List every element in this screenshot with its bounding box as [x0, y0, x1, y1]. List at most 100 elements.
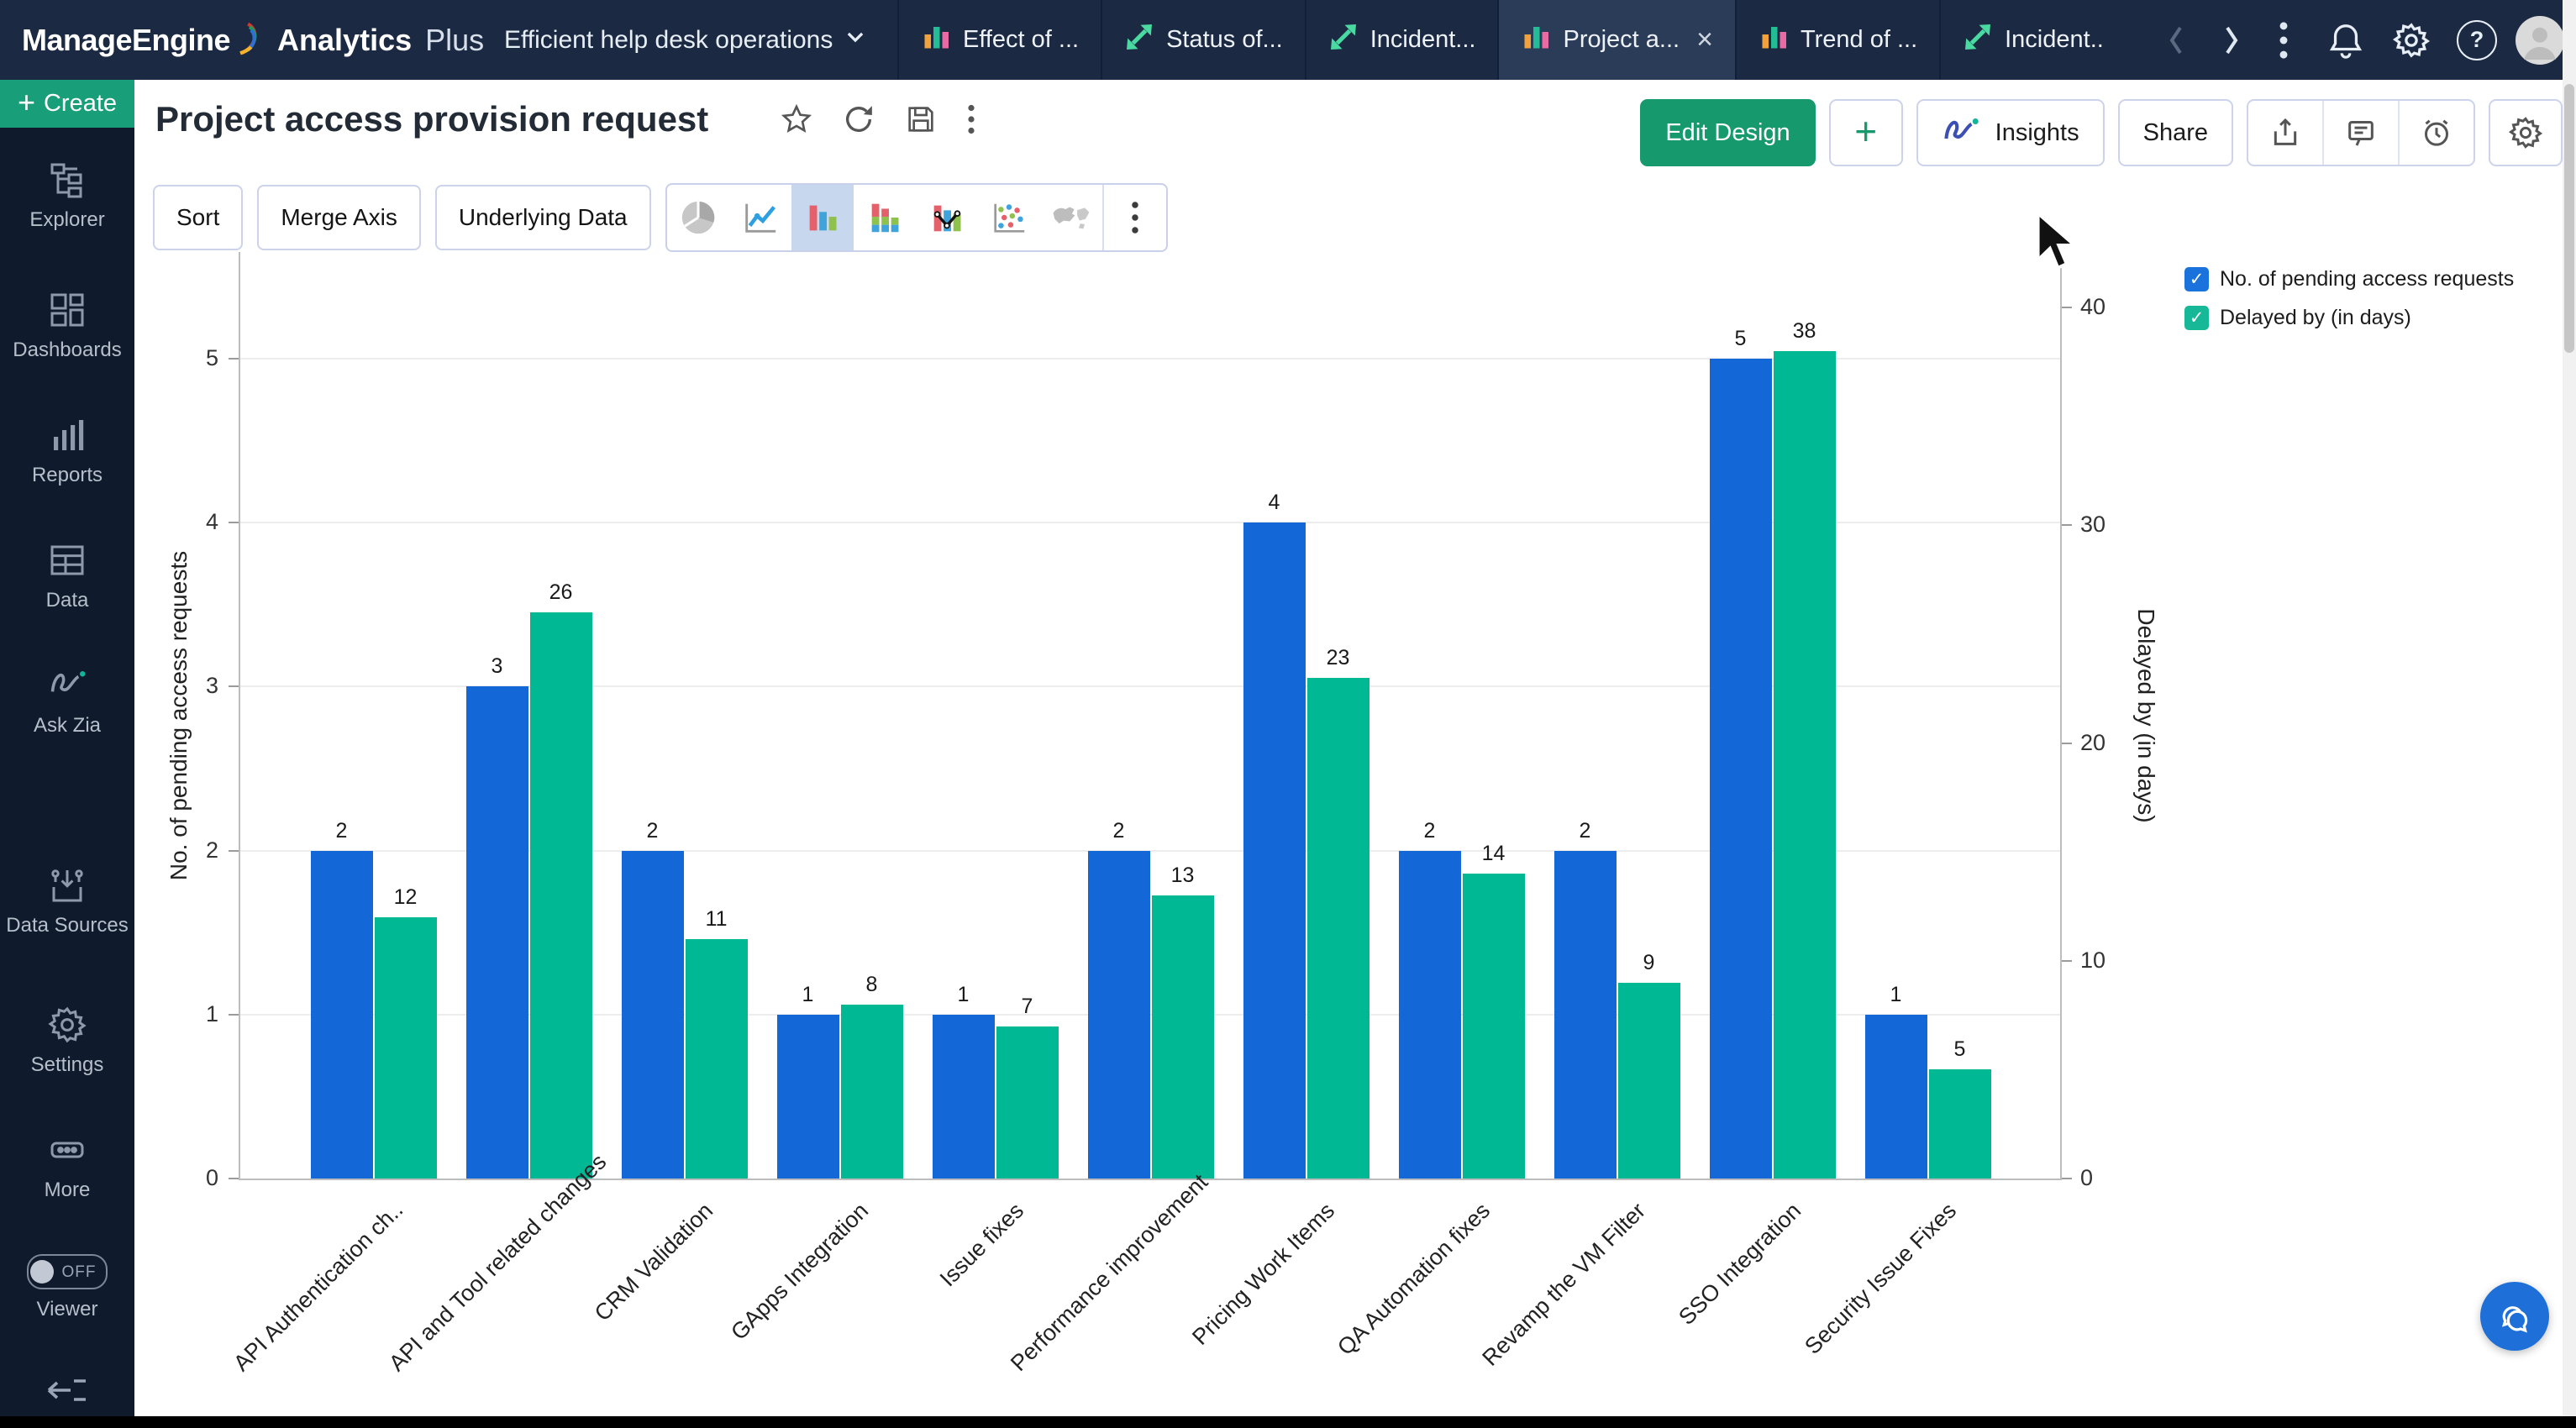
zia-insights-button[interactable]: Insights: [1916, 99, 2105, 166]
add-report-button[interactable]: +: [1829, 99, 1903, 166]
right-axis-tick-label: 30: [2080, 512, 2148, 538]
collapse-sidebar-button[interactable]: [0, 1373, 134, 1414]
bar-delayed-days[interactable]: [1152, 895, 1214, 1179]
title-kebab-icon[interactable]: [966, 102, 976, 140]
legend-item[interactable]: ✓Delayed by (in days): [2184, 306, 2514, 330]
tab-scroll-right-button[interactable]: [2206, 0, 2257, 80]
bar-delayed-days[interactable]: [841, 1005, 903, 1179]
sidebar-item-reports[interactable]: Reports: [0, 415, 134, 488]
share-button[interactable]: Share: [2118, 99, 2233, 166]
sidebar-item-label: More: [45, 1179, 91, 1201]
bar-pending-requests[interactable]: [1710, 359, 1772, 1179]
user-avatar[interactable]: [2510, 0, 2569, 80]
notifications-bell-icon[interactable]: [2319, 0, 2373, 80]
bar-delayed-days[interactable]: [1774, 351, 1836, 1179]
tab-incident-[interactable]: Incident...: [1305, 0, 1498, 80]
tab-incident-[interactable]: Incident..: [1939, 0, 2126, 80]
bar-value-label: 2: [307, 819, 377, 843]
chat-support-button[interactable]: [2480, 1282, 2549, 1351]
bar-delayed-days[interactable]: [1463, 874, 1525, 1179]
settings-gear-icon[interactable]: [2384, 0, 2438, 80]
bar-delayed-days[interactable]: [1618, 983, 1680, 1179]
bar-delayed-days[interactable]: [996, 1026, 1059, 1179]
vertical-scrollbar[interactable]: [2563, 0, 2576, 1428]
edit-design-button[interactable]: Edit Design: [1640, 99, 1815, 166]
tab-label: Status of...: [1166, 26, 1283, 54]
chart-type-overflow-icon[interactable]: [1102, 185, 1166, 250]
chart-legend: ✓ No. of pending access requests ✓Delayed …: [2184, 267, 2514, 330]
legend-label: No. of pending access requests: [2220, 267, 2514, 291]
sidebar-item-explorer[interactable]: Explorer: [0, 160, 134, 233]
chart-type-scatter-icon[interactable]: [978, 185, 1040, 250]
chat-icon: [2495, 1296, 2535, 1336]
bar-delayed-days[interactable]: [530, 612, 592, 1179]
bar-pending-requests[interactable]: [1088, 851, 1150, 1179]
comments-icon[interactable]: [2322, 101, 2398, 165]
workspace-selector[interactable]: Efficient help desk operations: [504, 0, 866, 80]
refresh-icon[interactable]: [842, 102, 875, 140]
tab-status-of-[interactable]: Status of...: [1101, 0, 1305, 80]
chart-type-selector: [665, 183, 1168, 252]
x-axis-label: GApps Integration: [695, 1198, 874, 1377]
bar-pending-requests[interactable]: [1865, 1015, 1927, 1179]
left-axis-tick-label: 1: [160, 1001, 218, 1027]
bar-pending-requests[interactable]: [1399, 851, 1461, 1179]
viewer-toggle[interactable]: OFF Viewer: [0, 1254, 134, 1322]
x-axis-label: API Authentication ch..: [229, 1198, 407, 1377]
bar-value-label: 26: [526, 580, 597, 605]
tab-effect-of-[interactable]: Effect of ...: [897, 0, 1101, 80]
sidebar-item-settings[interactable]: Settings: [0, 1005, 134, 1078]
sort-button[interactable]: Sort: [153, 185, 243, 250]
chart-type-pie-icon[interactable]: [667, 185, 729, 250]
sidebar-item-dashboards[interactable]: Dashboards: [0, 290, 134, 363]
bar-pending-requests[interactable]: [622, 851, 684, 1179]
tab-trend-of-[interactable]: Trend of ...: [1735, 0, 1939, 80]
create-button[interactable]: + Create: [0, 80, 134, 128]
chart-type-line-chart-icon[interactable]: [729, 185, 791, 250]
logo-suffix: Plus: [425, 23, 484, 58]
bar-pending-requests[interactable]: [933, 1015, 995, 1179]
sidebar-item-data-sources[interactable]: Data Sources: [0, 865, 134, 938]
tab-overflow-kebab-icon[interactable]: [2260, 0, 2307, 80]
chart-type-combo-icon[interactable]: [916, 185, 978, 250]
bar-delayed-days[interactable]: [375, 917, 437, 1179]
tab-scroll-left-button[interactable]: [2151, 0, 2201, 80]
data-table-icon: [47, 540, 87, 580]
bar-pending-requests[interactable]: [1243, 522, 1306, 1179]
save-icon[interactable]: [904, 102, 938, 140]
bar-pending-requests[interactable]: [1554, 851, 1617, 1179]
report-settings-button[interactable]: [2489, 99, 2563, 166]
sidebar-item-label: Data: [46, 589, 89, 612]
chart-type-map-icon[interactable]: [1040, 185, 1102, 250]
bar-pending-requests[interactable]: [466, 686, 528, 1179]
bar-delayed-days[interactable]: [1929, 1069, 1991, 1179]
left-axis-tick-label: 0: [160, 1165, 218, 1191]
sidebar-item-label: Data Sources: [6, 914, 128, 937]
sidebar-item-data[interactable]: Data: [0, 540, 134, 613]
chart-type-stacked-bar-icon[interactable]: [854, 185, 916, 250]
bar-value-label: 2: [1395, 819, 1465, 843]
legend-checkbox-icon[interactable]: ✓: [2184, 306, 2209, 330]
legend-item[interactable]: ✓ No. of pending access requests: [2184, 267, 2514, 291]
sidebar-item-label: Explorer: [29, 208, 104, 231]
sidebar-item-more[interactable]: More: [0, 1130, 134, 1203]
help-icon[interactable]: ?: [2450, 0, 2504, 80]
bar-delayed-days[interactable]: [1307, 678, 1369, 1179]
tab-project-a-[interactable]: Project a...×: [1497, 0, 1734, 80]
left-axis-tick-label: 5: [160, 345, 218, 371]
plus-icon: +: [18, 85, 35, 120]
merge-axis-button[interactable]: Merge Axis: [257, 185, 421, 250]
tab-close-icon[interactable]: ×: [1696, 24, 1713, 56]
scrollbar-thumb[interactable]: [2564, 84, 2574, 353]
bar-delayed-days[interactable]: [686, 939, 748, 1179]
legend-checkbox-icon[interactable]: ✓: [2184, 267, 2209, 291]
schedule-alarm-icon[interactable]: [2398, 101, 2473, 165]
favorite-star-icon[interactable]: [780, 102, 813, 140]
sidebar-item-ask-zia[interactable]: Ask Zia: [0, 665, 134, 738]
export-icon[interactable]: [2248, 101, 2322, 165]
bar-pending-requests[interactable]: [311, 851, 373, 1179]
underlying-data-button[interactable]: Underlying Data: [435, 185, 651, 250]
chart-type-bar-chart-icon[interactable]: [791, 185, 854, 250]
viewer-toggle-pill[interactable]: OFF: [27, 1254, 108, 1289]
bar-pending-requests[interactable]: [777, 1015, 839, 1179]
